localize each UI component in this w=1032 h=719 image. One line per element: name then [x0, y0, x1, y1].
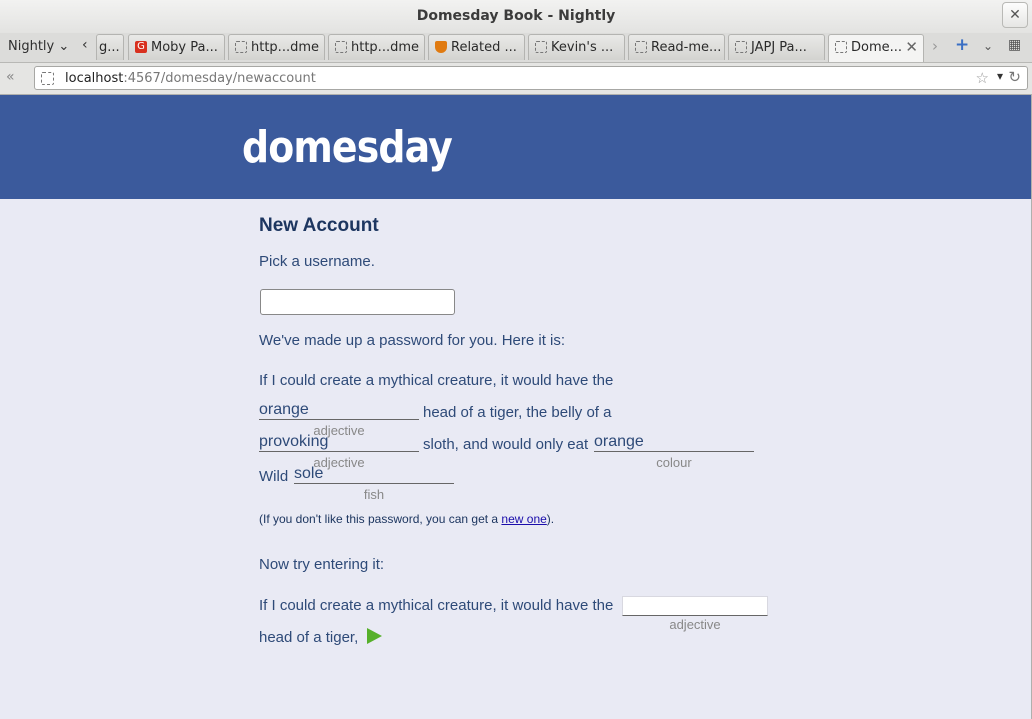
page-viewport: domesday New Account Pick a username. We… — [0, 95, 1032, 719]
tab-bar: Nightly ⌄ ‹ g... G Moby Pa... http...dme … — [0, 33, 1032, 63]
hint-fish: fish — [363, 487, 385, 502]
window-titlebar: Domesday Book - Nightly ✕ — [0, 0, 1032, 34]
tab-label: Related ... — [451, 40, 517, 55]
window-close-button[interactable]: ✕ — [1002, 2, 1028, 28]
url-bar[interactable]: localhost:4567/domesday/newaccount ☆ ▾ ↻ — [34, 66, 1028, 90]
tab-domesday[interactable]: Dome... ✕ — [828, 34, 924, 62]
navigation-toolbar: « localhost:4567/domesday/newaccount ☆ ▾… — [0, 63, 1032, 95]
back-arrow-icon[interactable]: « — [6, 69, 15, 85]
nightly-menu[interactable]: Nightly ⌄ — [8, 39, 69, 54]
tab-label: Kevin's ... — [551, 40, 614, 55]
site-header: domesday — [0, 95, 1031, 199]
new-tab-plus-icon[interactable]: + — [955, 35, 969, 55]
hint-try-adjective: adjective — [669, 617, 721, 632]
submit-arrow-icon[interactable] — [367, 628, 382, 644]
tab-label: http...dme — [351, 40, 419, 55]
scroll-tabs-left-icon[interactable]: ‹ — [82, 37, 88, 53]
tab-moby[interactable]: G Moby Pa... — [128, 34, 225, 60]
tab-label: JAPJ Pa... — [751, 40, 807, 55]
scroll-tabs-right-icon[interactable]: › — [932, 37, 938, 55]
chevron-down-icon: ⌄ — [58, 39, 70, 54]
username-input[interactable] — [260, 289, 455, 315]
password-intro-text: We've made up a password for you. Here i… — [259, 332, 566, 349]
try-tail-text: head of a tiger, — [259, 629, 359, 646]
site-logo: domesday — [242, 122, 453, 173]
nightly-menu-label: Nightly — [8, 39, 55, 54]
tab-readme[interactable]: Read-me... — [628, 34, 725, 60]
tab-groups-icon[interactable]: ▦ — [1008, 37, 1021, 53]
tab-http-2[interactable]: http...dme — [328, 34, 425, 60]
try-entering-text: Now try entering it: — [259, 556, 385, 573]
tab-japj[interactable]: JAPJ Pa... — [728, 34, 825, 60]
tab-label: http...dme — [251, 40, 319, 55]
tab-http-1[interactable]: http...dme — [228, 34, 325, 60]
new-password-link[interactable]: new one — [501, 512, 546, 526]
tab-label: g... — [99, 40, 120, 55]
password-word-fish: sole — [294, 466, 454, 484]
moby-icon: G — [135, 41, 147, 53]
password-text-3: sloth, and would only eat — [423, 436, 589, 453]
tab-label: Dome... — [851, 40, 903, 55]
page-icon — [235, 41, 247, 53]
list-tabs-chevron-icon[interactable]: ⌄ — [983, 39, 993, 53]
password-text-4: Wild — [259, 468, 289, 485]
history-dropdown-icon[interactable]: ▾ — [997, 69, 1003, 83]
note-post: ). — [546, 512, 555, 526]
reload-icon[interactable]: ↻ — [1008, 68, 1021, 86]
close-tab-icon[interactable]: ✕ — [905, 38, 918, 56]
shield-icon — [435, 41, 447, 53]
pick-username-text: Pick a username. — [259, 253, 375, 270]
site-identity-icon[interactable] — [41, 72, 54, 85]
tab-label: Read-me... — [651, 40, 722, 55]
url-text: localhost:4567/domesday/newaccount — [65, 71, 316, 86]
adjective-entry-input[interactable] — [622, 596, 768, 616]
tab-kevins[interactable]: Kevin's ... — [528, 34, 625, 60]
new-password-note: (If you don't like this password, you ca… — [259, 512, 554, 526]
password-text-2: head of a tiger, the belly of a — [423, 404, 612, 421]
try-sentence-text: If I could create a mythical creature, i… — [259, 597, 614, 614]
page-icon — [835, 41, 847, 53]
bookmark-star-icon[interactable]: ☆ — [976, 69, 989, 87]
window-title: Domesday Book - Nightly — [416, 8, 616, 24]
page-icon — [635, 41, 647, 53]
note-pre: (If you don't like this password, you ca… — [259, 512, 502, 526]
password-word-colour: orange — [594, 434, 754, 452]
tab-partial[interactable]: g... — [96, 34, 124, 60]
password-word-adjective-2: provoking — [259, 434, 419, 452]
password-word-adjective-1: orange — [259, 402, 419, 420]
url-path: :4567/domesday/newaccount — [123, 71, 316, 86]
page-icon — [535, 41, 547, 53]
hint-colour: colour — [656, 455, 692, 470]
tab-related[interactable]: Related ... — [428, 34, 525, 60]
url-host: localhost — [65, 71, 124, 86]
page-icon — [735, 41, 747, 53]
page-icon — [335, 41, 347, 53]
tab-label: Moby Pa... — [151, 40, 218, 55]
password-sentence-text: If I could create a mythical creature, i… — [259, 372, 614, 389]
page-title: New Account — [259, 215, 379, 236]
